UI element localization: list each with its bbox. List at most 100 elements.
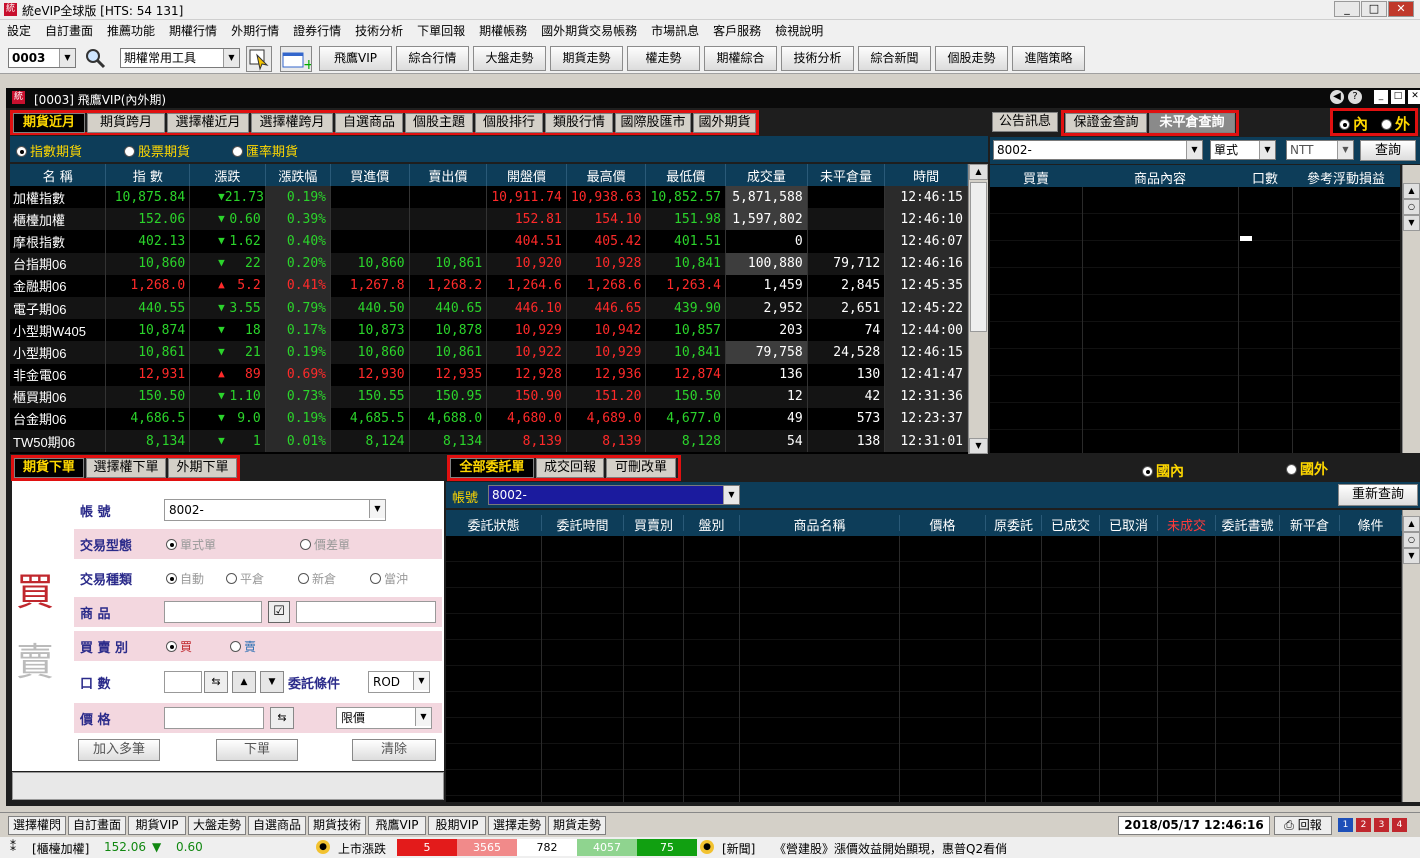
currency-select[interactable]: NTT ▼: [1286, 140, 1354, 160]
requery-button[interactable]: 重新查詢: [1338, 484, 1418, 506]
tab-stock-theme[interactable]: 個股主題: [405, 113, 473, 133]
price-calc-icon[interactable]: ⇆: [270, 707, 294, 729]
scroll-down-icon[interactable]: ▼: [969, 438, 988, 454]
clear-button[interactable]: 清除: [352, 739, 436, 761]
radio-buy[interactable]: 買: [166, 638, 192, 655]
toolbar-button-market-trend[interactable]: 大盤走勢: [473, 46, 546, 71]
price-type-select[interactable]: 限價 ▼: [336, 707, 432, 729]
radio-sell[interactable]: 賣: [230, 638, 256, 655]
toolbar-button-eagle-vip[interactable]: 飛鷹VIP: [319, 46, 392, 71]
col-price[interactable]: 價格: [900, 515, 986, 534]
menu-market-news[interactable]: 市場訊息: [644, 20, 706, 42]
col-time[interactable]: 時間: [884, 164, 968, 186]
chevron-down-icon[interactable]: ▼: [369, 500, 385, 518]
layout-3-icon[interactable]: 3: [1374, 818, 1389, 832]
menu-foreign-accounts[interactable]: 國外期貨交易帳務: [534, 20, 644, 42]
quote-row[interactable]: 櫃買期06 150.50 ▼ 1.10 0.73% 150.55 150.95 150.90 1…: [10, 385, 968, 408]
toolbar-button-advanced-strategy[interactable]: 進階策略: [1012, 46, 1085, 71]
toolbar-button-summary-quote[interactable]: 綜合行情: [396, 46, 469, 71]
menu-securities-quotes[interactable]: 證券行情: [286, 20, 348, 42]
menu-foreign-quotes[interactable]: 外期行情: [224, 20, 286, 42]
filter-index-futures[interactable]: 指數期貨: [16, 141, 82, 160]
quote-scrollbar[interactable]: ▲ ▼: [968, 164, 988, 454]
chevron-down-icon[interactable]: ▼: [59, 49, 75, 67]
tab-futures-cross[interactable]: 期貨跨月: [87, 113, 165, 133]
menu-customer-service[interactable]: 客戶服務: [706, 20, 768, 42]
chevron-down-icon[interactable]: ▼: [415, 708, 431, 726]
tab-intl-markets[interactable]: 國際股匯市: [615, 113, 691, 133]
quote-row[interactable]: 金融期06 1,268.0 ▲ 5.2 0.41% 1,267.8 1,268.2 1,264…: [10, 274, 968, 297]
radio-single[interactable]: 單式單: [166, 536, 216, 553]
menu-recommended[interactable]: 推薦功能: [100, 20, 162, 42]
help-icon[interactable]: ?: [1348, 90, 1362, 104]
minimize-button[interactable]: _: [1334, 1, 1360, 17]
ticker-toggle-icon[interactable]: ●: [700, 840, 714, 854]
col-bid[interactable]: 買進價: [330, 164, 410, 186]
col-side[interactable]: 買賣別: [624, 515, 684, 534]
radio-auto[interactable]: 自動: [166, 570, 204, 587]
radio-orders-domestic[interactable]: 國內: [1142, 461, 1184, 481]
bottom-button-options-trend[interactable]: 選擇走勢: [488, 816, 546, 835]
tab-foreign-futures[interactable]: 國外期貨: [693, 113, 756, 133]
product-code-input[interactable]: [164, 601, 262, 623]
qty-down-icon[interactable]: ▼: [260, 671, 284, 693]
add-batch-button[interactable]: 加入多筆: [78, 739, 160, 761]
qty-up-icon[interactable]: ▲: [232, 671, 256, 693]
tab-stock-rank[interactable]: 個股排行: [475, 113, 543, 133]
quote-row[interactable]: 台金期06 4,686.5 ▼ 9.0 0.19% 4,685.5 4,688.0 4,680…: [10, 407, 968, 431]
toolbar-button-futures-trend[interactable]: 期貨走勢: [550, 46, 623, 71]
bottom-button-custom-screen[interactable]: 自訂畫面: [68, 816, 126, 835]
bottom-button-watchlist[interactable]: 自選商品: [248, 816, 306, 835]
radio-daytrade[interactable]: 當沖: [370, 570, 408, 587]
tab-foreign-order[interactable]: 外期下單: [168, 458, 237, 478]
pointer-tool-icon[interactable]: [246, 46, 272, 72]
menu-futures-options-quotes[interactable]: 期權行情: [162, 20, 224, 42]
quote-row[interactable]: 小型期06 10,861 ▼ 21 0.19% 10,860 10,861 10,922 10,…: [10, 341, 968, 364]
tab-modifiable-orders[interactable]: 可刪改單: [606, 458, 676, 478]
tab-fill-report[interactable]: 成交回報: [536, 458, 604, 478]
col-order-time[interactable]: 委託時間: [542, 515, 624, 534]
quote-row[interactable]: 小型期W405 10,874 ▼ 18 0.17% 10,873 10,878 10,929 1…: [10, 319, 968, 342]
scroll-thumb[interactable]: [970, 182, 987, 332]
tab-announcements[interactable]: 公告訊息: [992, 112, 1058, 132]
report-button[interactable]: ⎙ 回報: [1274, 816, 1332, 835]
product-name-input[interactable]: [296, 601, 436, 623]
quote-row[interactable]: 台指期06 10,860 ▼ 22 0.20% 10,860 10,861 10,920 10,…: [10, 252, 968, 275]
menu-technical[interactable]: 技術分析: [348, 20, 410, 42]
tab-options-order[interactable]: 選擇權下單: [86, 458, 166, 478]
chevron-down-icon[interactable]: ▼: [1186, 141, 1202, 159]
price-input[interactable]: [164, 707, 264, 729]
condition-select[interactable]: ROD ▼: [368, 671, 430, 693]
layout-1-icon[interactable]: 1: [1338, 818, 1353, 832]
tab-futures-order[interactable]: 期貨下單: [14, 458, 84, 478]
chevron-down-icon[interactable]: ▼: [223, 49, 239, 67]
submit-order-button[interactable]: 下單: [216, 739, 298, 761]
account-select[interactable]: 8002- ▼: [993, 140, 1203, 160]
toolbar-button-news[interactable]: 綜合新聞: [858, 46, 931, 71]
minimize-button[interactable]: _: [1374, 90, 1388, 104]
quote-row[interactable]: 加權指數 10,875.84 ▼ 21.73 0.19% 10,911.74 10,938.…: [10, 186, 968, 209]
scroll-page-icon[interactable]: ○: [1403, 532, 1420, 548]
radio-open[interactable]: 新倉: [298, 570, 336, 587]
tab-options-cross[interactable]: 選擇權跨月: [251, 113, 333, 133]
quote-row[interactable]: 摩根指數 402.13 ▼ 1.62 0.40% 404.51 405.42 401.51 0 1…: [10, 230, 968, 253]
tab-futures-near[interactable]: 期貨近月: [13, 113, 85, 133]
bottom-button-futures-tech[interactable]: 期貨技術: [308, 816, 366, 835]
col-order-number[interactable]: 委託書號: [1216, 515, 1280, 534]
stock-code-input[interactable]: 0003 ▼: [8, 48, 76, 68]
add-window-icon[interactable]: +: [280, 46, 315, 73]
toolbar-button-options-summary[interactable]: 期權綜合: [704, 46, 777, 71]
layout-2-icon[interactable]: 2: [1356, 818, 1371, 832]
col-open[interactable]: 開盤價: [486, 164, 567, 186]
menu-accounts[interactable]: 期權帳務: [472, 20, 534, 42]
scroll-down-icon[interactable]: ▼: [1403, 215, 1420, 231]
col-ask[interactable]: 賣出價: [409, 164, 488, 186]
col-product-name[interactable]: 商品名稱: [740, 515, 900, 534]
bottom-button-eagle-vip[interactable]: 飛鷹VIP: [368, 816, 426, 835]
tab-watchlist[interactable]: 自選商品: [335, 113, 403, 133]
qty-calc-icon[interactable]: ⇆: [204, 671, 228, 693]
scroll-up-icon[interactable]: ▲: [1403, 516, 1420, 532]
tab-all-orders[interactable]: 全部委託單: [450, 458, 534, 478]
qty-input[interactable]: [164, 671, 202, 693]
filter-stock-futures[interactable]: 股票期貨: [124, 141, 190, 160]
